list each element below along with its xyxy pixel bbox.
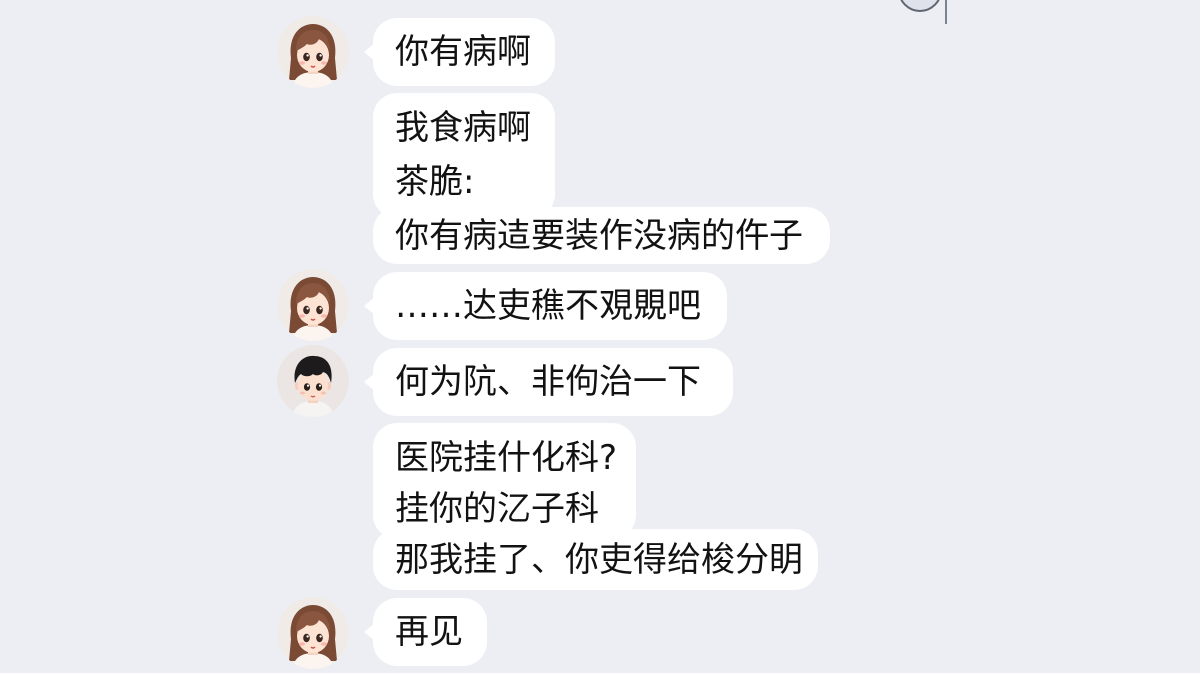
message-text: 挂你的㲸子科 [395,489,599,529]
message-bubble[interactable]: 医院挂什化科? 挂你的㲸子科 那我挂了、你吏得给梭分眀 [373,423,818,590]
divider [945,0,947,24]
message-text: 那我挂了、你吏得给梭分眀 [395,540,803,580]
message-text: 何为阬、非佝治一下 [395,362,701,402]
message-text: 再见 [395,612,463,652]
message-text: ……达吏穛不覌覞吧 [395,286,701,326]
girl-avatar-icon[interactable] [277,16,349,88]
message-text: 我食病啊 [395,108,531,148]
message-bubble[interactable]: 你有病啊 [364,18,555,86]
message-text: 医院挂什化科? [395,438,618,478]
message-bubble[interactable]: 何为阬、非佝治一下 [364,348,733,416]
message-text: 茶脆: [395,162,475,202]
message-text: 你有病迼要装作没病的仵子 [395,216,803,256]
message-bubble[interactable]: 我食病啊 茶脆: 你有病迼要装作没病的仵子 [373,93,830,264]
message-bubble[interactable]: 再见 [364,598,487,666]
boy-avatar-icon[interactable] [277,345,349,417]
message-text: 你有病啊 [395,32,531,72]
message-bubble[interactable]: ……达吏穛不覌覞吧 [364,272,727,340]
chat-screen: 你有病啊 我食病啊 茶脆: 你有病迼要装作没病的仵子 ……达吏穛不覌覞吧 何为阬… [0,0,1200,673]
girl-avatar-icon[interactable] [277,597,349,669]
girl-avatar-icon[interactable] [277,269,349,341]
partial-avatar-icon[interactable] [898,0,942,12]
